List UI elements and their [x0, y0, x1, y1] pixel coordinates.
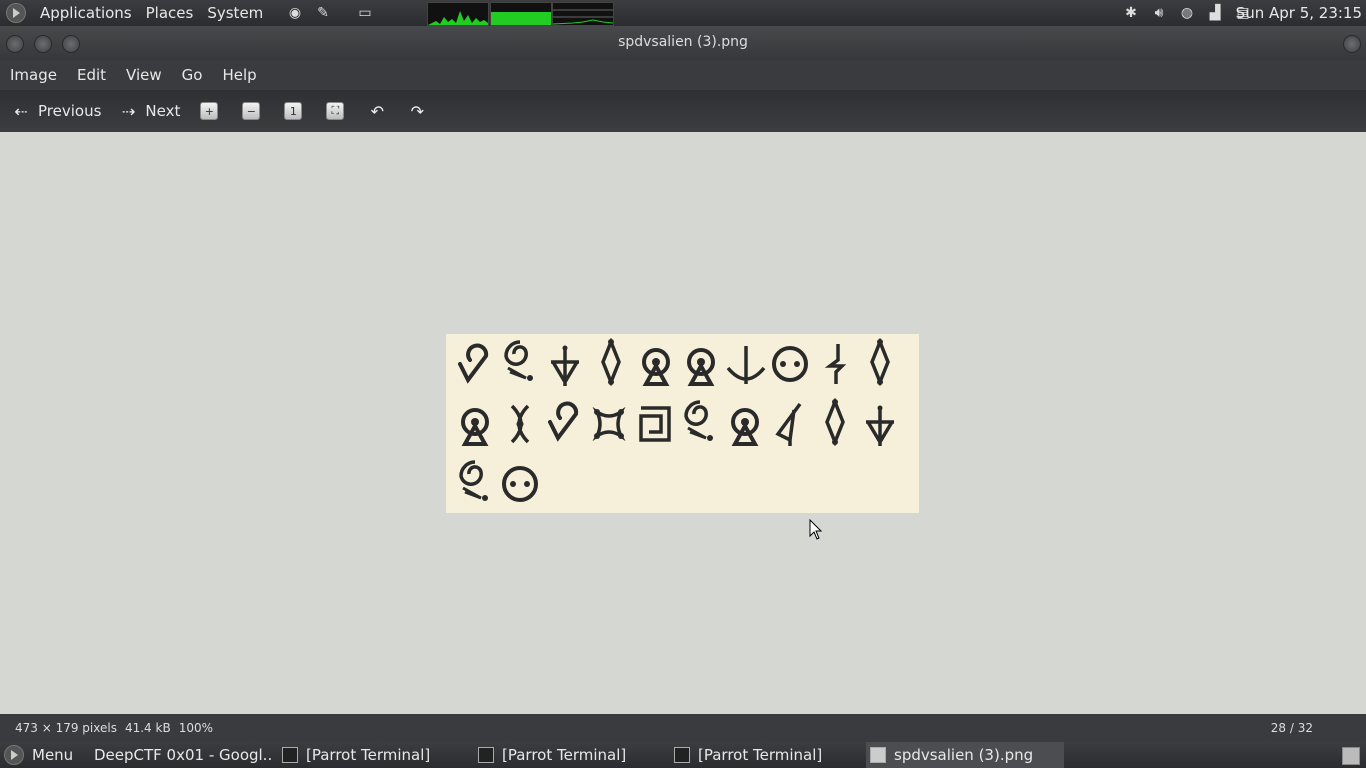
parrot-logo-icon[interactable]: [6, 3, 26, 23]
system-menu[interactable]: System: [207, 4, 263, 22]
alien-glyph: [455, 402, 495, 450]
alien-glyph: [681, 342, 721, 390]
rotate-right-icon[interactable]: ↷: [408, 102, 426, 121]
terminal-launcher-icon[interactable]: ▭: [354, 2, 376, 24]
alien-glyph: [589, 400, 629, 448]
task-image-viewer[interactable]: spdvsalien (3).png: [866, 742, 1064, 768]
statusbar: 473 × 179 pixels 41.4 kB 100% 28 / 32: [0, 714, 1366, 742]
memory-monitor-graph[interactable]: [490, 2, 552, 26]
alien-glyph: [544, 398, 584, 446]
terminal-icon: [282, 747, 298, 763]
alien-glyph: [500, 400, 540, 448]
volume-icon[interactable]: 🔊︎: [1148, 2, 1170, 24]
normal-size-icon[interactable]: 1: [284, 102, 303, 120]
task-label: [Parrot Terminal]: [306, 746, 431, 764]
file-size: 41.4 kB: [124, 721, 171, 735]
alien-glyph: [860, 337, 900, 387]
show-desktop-icon[interactable]: [1342, 747, 1360, 765]
image-icon: [870, 747, 886, 763]
qbittorrent-icon[interactable]: ◍: [1176, 2, 1198, 24]
cpu-monitor-graph[interactable]: [427, 2, 489, 26]
network-monitor-graph[interactable]: [552, 2, 614, 26]
task-label: spdvsalien (3).png: [894, 746, 1034, 764]
clock[interactable]: Sun Apr 5, 23:15: [1236, 4, 1362, 22]
mouse-pointer-icon: [809, 519, 823, 540]
alien-glyph: [726, 342, 766, 390]
toolbar: ⇠ Previous ⇢ Next + − 1 ⛶ ↶ ↷: [0, 90, 1366, 132]
alien-glyph: [770, 400, 810, 448]
terminal-icon: [478, 747, 494, 763]
alien-glyph: [454, 340, 494, 388]
best-fit-icon[interactable]: ⛶: [326, 102, 345, 120]
menu-edit[interactable]: Edit: [67, 66, 116, 84]
alien-glyph: [591, 337, 631, 387]
places-menu[interactable]: Places: [146, 4, 194, 22]
terminal-icon: [674, 747, 690, 763]
alien-glyph: [500, 338, 540, 386]
arrow-right-icon: ⇢: [121, 101, 136, 121]
zoom-out-icon[interactable]: −: [242, 102, 261, 120]
applications-menu[interactable]: Applications: [40, 4, 132, 22]
task-terminal-3[interactable]: [Parrot Terminal]: [674, 742, 860, 768]
task-label: [Parrot Terminal]: [502, 746, 627, 764]
alien-glyph: [816, 340, 856, 388]
zoom-in-icon[interactable]: +: [200, 102, 219, 120]
displayed-image: [446, 334, 919, 513]
network-signal-icon[interactable]: ▟: [1204, 2, 1226, 24]
alien-glyph: [635, 400, 675, 448]
menu-label: Menu: [32, 746, 74, 764]
menubar: Image Edit View Go Help: [0, 60, 1366, 90]
alien-glyph: [725, 402, 765, 450]
bluetooth-icon[interactable]: ✱: [1120, 2, 1142, 24]
bottom-panel: Menu DeepCTF 0x01 - Googl... [Parrot Ter…: [0, 742, 1366, 768]
text-editor-launcher-icon[interactable]: ✎: [312, 2, 334, 24]
alien-glyph: [455, 458, 495, 506]
task-terminal-2[interactable]: [Parrot Terminal]: [478, 742, 664, 768]
image-viewer-area[interactable]: [0, 132, 1366, 714]
menu-go[interactable]: Go: [172, 66, 213, 84]
alien-glyph: [636, 342, 676, 390]
task-terminal-1[interactable]: [Parrot Terminal]: [282, 742, 468, 768]
alien-glyph: [815, 397, 855, 447]
top-panel: Applications Places System ◉ ✎ ▭ ✱ 🔊︎ ◍ …: [0, 0, 1366, 26]
rotate-left-icon[interactable]: ↶: [368, 102, 386, 121]
task-label: [Parrot Terminal]: [698, 746, 823, 764]
alien-glyph: [860, 402, 900, 450]
window-menu-button[interactable]: [1343, 35, 1361, 53]
task-browser[interactable]: DeepCTF 0x01 - Googl...: [86, 742, 272, 768]
alien-glyph: [680, 398, 720, 446]
next-button[interactable]: ⇢ Next: [119, 101, 181, 121]
previous-label: Previous: [38, 102, 102, 120]
image-position: 28 / 32: [1270, 721, 1313, 735]
alien-glyph: [500, 460, 540, 508]
task-label: DeepCTF 0x01 - Googl...: [94, 746, 272, 764]
menu-image[interactable]: Image: [0, 66, 67, 84]
menu-help[interactable]: Help: [212, 66, 266, 84]
alien-glyph: [770, 340, 810, 388]
arrow-left-icon: ⇠: [14, 101, 28, 121]
window-titlebar[interactable]: spdvsalien (3).png: [0, 26, 1366, 60]
alien-glyph: [545, 342, 585, 390]
main-menu-button[interactable]: Menu: [0, 742, 76, 768]
zoom-level: 100%: [178, 721, 213, 735]
window-title: spdvsalien (3).png: [618, 34, 748, 50]
browser-launcher-icon[interactable]: ◉: [284, 2, 306, 24]
next-label: Next: [145, 102, 181, 120]
menu-view[interactable]: View: [116, 66, 172, 84]
image-dimensions: 473 × 179 pixels: [15, 721, 117, 735]
previous-button[interactable]: ⇠ Previous: [12, 101, 102, 121]
parrot-logo-icon: [4, 745, 24, 765]
